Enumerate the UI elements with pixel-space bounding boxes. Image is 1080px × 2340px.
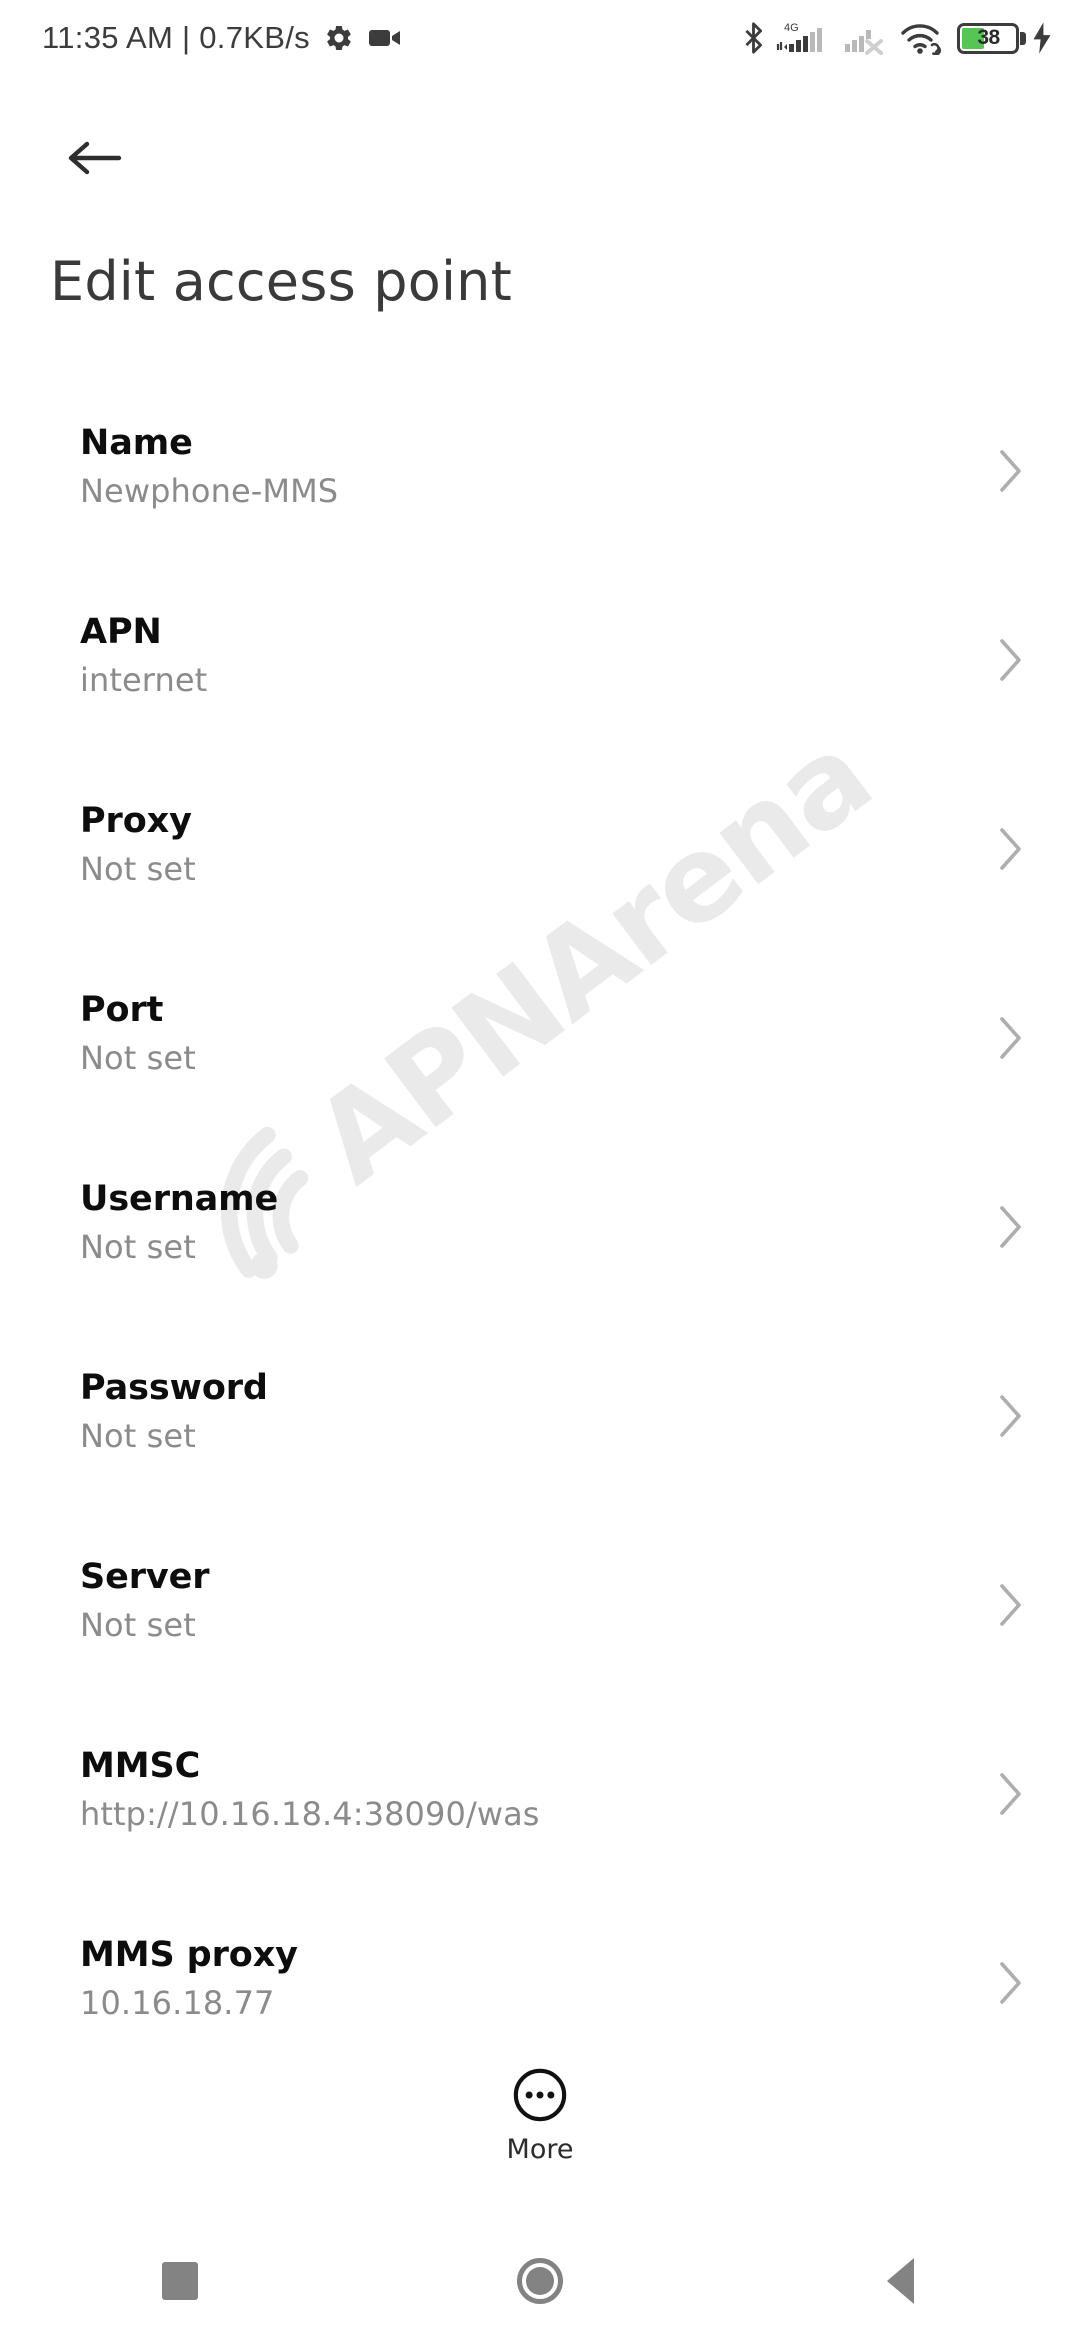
list-item-title: Username (80, 1179, 279, 1219)
list-item[interactable]: Port Not set (0, 973, 1080, 1162)
chevron-right-icon (1000, 1584, 1021, 1626)
chevron-right-icon (1000, 1017, 1021, 1059)
list-item-text: Username Not set (80, 1162, 278, 1268)
signal-sim2-no-service-icon (845, 30, 883, 55)
chevron-right-icon (1000, 828, 1021, 870)
list-item-value: Not set (80, 1227, 196, 1266)
list-item[interactable]: Server Not set (0, 1540, 1080, 1729)
chevron-right-icon (1000, 1206, 1021, 1248)
list-item[interactable]: Password Not set (0, 1351, 1080, 1540)
list-item-text: MMSC http://10.16.18.4:38090/was (80, 1729, 540, 1835)
list-item-title: Password (80, 1368, 268, 1408)
list-item-value: 10.16.18.77 (80, 1983, 275, 2022)
list-item-value: Not set (80, 1038, 196, 1077)
battery-icon: 38 (957, 22, 1026, 54)
list-item[interactable]: Name Newphone-MMS (0, 406, 1080, 595)
chevron-right-icon (1000, 450, 1021, 492)
chevron-right-icon (1000, 1395, 1021, 1437)
chevron-right-icon (1000, 1962, 1021, 2004)
more-button[interactable]: More (0, 2044, 1080, 2222)
list-item-text: Server Not set (80, 1540, 210, 1646)
system-navigation-bar (0, 2222, 1080, 2340)
list-item-text: Proxy Not set (80, 784, 196, 890)
list-item[interactable]: MMSC http://10.16.18.4:38090/was (0, 1729, 1080, 1918)
list-item-title: APN (80, 612, 162, 652)
list-item-value: Not set (80, 1605, 196, 1644)
list-item-title: MMS proxy (80, 1935, 298, 1975)
list-item[interactable]: Proxy Not set (0, 784, 1080, 973)
more-label: More (506, 2134, 574, 2165)
list-item-value: Not set (80, 849, 196, 888)
list-item-text: APN internet (80, 595, 207, 701)
status-clock: 11:35 AM | 0.7KB/s (42, 20, 310, 55)
home-circle-icon (517, 2258, 563, 2304)
list-item-text: MMS proxy 10.16.18.77 (80, 1918, 298, 2024)
arrow-back-icon (68, 141, 122, 175)
charging-bolt-icon (1033, 22, 1051, 54)
signal-4g-icon: 4G (776, 22, 822, 52)
list-item-text: Port Not set (80, 973, 196, 1079)
chevron-right-icon (1000, 1773, 1021, 1815)
list-item-text: Password Not set (80, 1351, 268, 1457)
status-bar: 11:35 AM | 0.7KB/s 4G 38 (0, 0, 1080, 76)
gear-icon (327, 25, 351, 51)
list-item-value: Newphone-MMS (80, 471, 339, 510)
list-item[interactable]: Username Not set (0, 1162, 1080, 1351)
list-item-text: Name Newphone-MMS (80, 406, 338, 512)
nav-recents-button[interactable] (90, 2222, 270, 2340)
chevron-right-icon (1000, 639, 1021, 681)
list-item-value: internet (80, 660, 208, 699)
nav-back-button[interactable] (810, 2222, 990, 2340)
list-item-title: Proxy (80, 801, 192, 841)
battery-nub (1020, 31, 1026, 45)
list-item-title: Name (80, 423, 193, 463)
svg-text:4G: 4G (784, 22, 799, 34)
list-item[interactable]: APN internet (0, 595, 1080, 784)
camcorder-icon (368, 30, 400, 46)
settings-list: Name Newphone-MMS APN internet Proxy Not set P… (0, 406, 1080, 2066)
back-button[interactable] (52, 115, 138, 201)
list-item-title: Port (80, 990, 164, 1030)
battery-level: 38 (977, 26, 1000, 49)
more-circle-icon (513, 2068, 567, 2122)
wifi-link-icon (901, 24, 942, 55)
back-triangle-icon (886, 2258, 914, 2304)
recents-square-icon (162, 2262, 198, 2300)
nav-home-button[interactable] (450, 2222, 630, 2340)
page-title: Edit access point (50, 250, 512, 313)
list-item-value: http://10.16.18.4:38090/was (80, 1794, 540, 1833)
list-item-value: Not set (80, 1416, 196, 1455)
list-item-title: Server (80, 1557, 210, 1597)
bluetooth-icon (745, 22, 762, 54)
list-item-title: MMSC (80, 1746, 201, 1786)
